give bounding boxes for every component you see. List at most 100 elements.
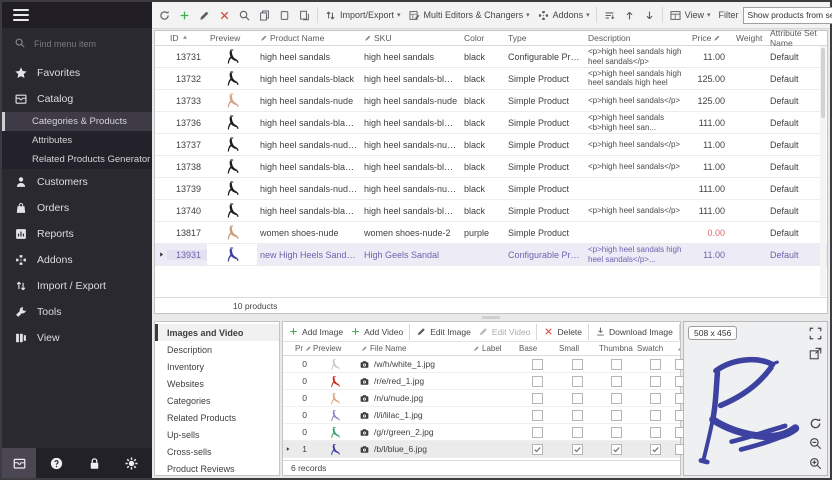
tab-websites[interactable]: Websites xyxy=(155,375,279,392)
category-filter-select[interactable]: Show products from selected categories▾ xyxy=(743,7,832,24)
tab-product-reviews[interactable]: Product Reviews xyxy=(155,460,279,477)
tab-related-products[interactable]: Related Products xyxy=(155,409,279,426)
swatch-checkbox[interactable] xyxy=(650,393,661,404)
column-header-weight[interactable]: Weight xyxy=(733,33,767,43)
column-header-file-name[interactable]: File Name xyxy=(359,344,471,353)
column-header-description[interactable]: Description xyxy=(585,33,689,43)
multi-editors-changers-menu-button[interactable]: Multi Editors & Changers▾ xyxy=(405,7,533,24)
copy-button[interactable] xyxy=(255,7,274,24)
sidebar-item-import-export[interactable]: Import / Export xyxy=(2,273,152,299)
table-row[interactable]: 13931new High Heels SandalsHigh Geels Sa… xyxy=(155,244,827,266)
image-row[interactable]: 0/n/u/nude.jpg xyxy=(283,390,680,407)
add-image-button[interactable]: Add Image xyxy=(285,325,346,338)
column-header-type[interactable]: Type xyxy=(505,33,585,43)
small-checkbox[interactable] xyxy=(572,376,583,387)
sidebar-footer-gear[interactable] xyxy=(115,448,149,478)
vertical-scrollbar[interactable] xyxy=(820,46,826,296)
sidebar-subitem-related-products-generator[interactable]: Related Products Generator xyxy=(2,150,152,169)
add-button[interactable] xyxy=(175,7,194,24)
column-header-small[interactable]: Small xyxy=(557,344,597,353)
rotate-button[interactable] xyxy=(808,416,823,431)
search-button[interactable] xyxy=(235,7,254,24)
swatch-checkbox[interactable] xyxy=(650,427,661,438)
image-row[interactable]: 0/g/r/green_2.jpg xyxy=(283,424,680,441)
swatch-checkbox[interactable] xyxy=(650,410,661,421)
menu-search-input[interactable] xyxy=(34,39,134,49)
column-header-color[interactable]: Color xyxy=(461,33,505,43)
column-header-swatch[interactable]: Swatch xyxy=(635,344,675,353)
swatch-checkbox[interactable] xyxy=(650,444,661,455)
tab-description[interactable]: Description xyxy=(155,341,279,358)
table-row[interactable]: 13817women shoes-nudewomen shoes-nude-2p… xyxy=(155,222,827,244)
small-checkbox[interactable] xyxy=(572,359,583,370)
column-header-product-name[interactable]: Product Name xyxy=(257,33,361,43)
sidebar-subitem-categories-products[interactable]: Categories & Products xyxy=(2,112,152,131)
delete-button[interactable] xyxy=(215,7,234,24)
zoom-in-button[interactable] xyxy=(808,456,823,471)
sidebar-item-favorites[interactable]: Favorites xyxy=(2,60,152,86)
column-header-id[interactable]: ID xyxy=(167,33,207,43)
table-row[interactable]: 13733high heel sandals-nudehigh heel san… xyxy=(155,90,827,112)
small-checkbox[interactable] xyxy=(572,444,583,455)
swatch-checkbox[interactable] xyxy=(650,376,661,387)
sidebar-item-addons[interactable]: Addons xyxy=(2,247,152,273)
column-header-exclude[interactable]: Exclude xyxy=(675,344,680,353)
sidebar-item-view[interactable]: View xyxy=(2,325,152,351)
external-button[interactable] xyxy=(808,346,823,361)
image-row[interactable]: 0/l/i/lilac_1.jpg xyxy=(283,407,680,424)
small-checkbox[interactable] xyxy=(572,427,583,438)
thumbnail-checkbox[interactable] xyxy=(611,410,622,421)
add-video-button[interactable]: Add Video xyxy=(347,325,406,338)
small-checkbox[interactable] xyxy=(572,393,583,404)
edit-button[interactable] xyxy=(195,7,214,24)
base-checkbox[interactable] xyxy=(532,393,543,404)
move-down-button[interactable] xyxy=(640,7,659,24)
image-row[interactable]: 0/r/e/red_1.jpg xyxy=(283,373,680,390)
table-row[interactable]: 13731high heel sandalshigh heel sandalsb… xyxy=(155,46,827,68)
tab-cross-sells[interactable]: Cross-sells xyxy=(155,443,279,460)
base-checkbox[interactable] xyxy=(532,359,543,370)
table-row[interactable]: 13738high heel sandals-black-37high heel… xyxy=(155,156,827,178)
paste-button[interactable] xyxy=(275,7,294,24)
sidebar-subitem-attributes[interactable]: Attributes xyxy=(2,131,152,150)
copy-settings-button[interactable] xyxy=(295,7,314,24)
table-row[interactable]: 13732high heel sandals-blackhigh heel sa… xyxy=(155,68,827,90)
refresh-button[interactable] xyxy=(155,7,174,24)
sidebar-item-customers[interactable]: Customers xyxy=(2,169,152,195)
view-menu-button[interactable]: View▾ xyxy=(666,7,714,24)
import-export-menu-button[interactable]: Import/Export▾ xyxy=(321,7,404,24)
image-row[interactable]: 1/b/l/blue_6.jpg xyxy=(283,441,680,458)
hamburger-menu-icon[interactable] xyxy=(13,9,29,21)
thumbnail-checkbox[interactable] xyxy=(611,376,622,387)
column-header-attribute-set-name[interactable]: Attribute Set Name xyxy=(767,28,827,48)
delete-button[interactable]: Delete xyxy=(540,325,585,338)
sort-lines-button[interactable] xyxy=(600,7,619,24)
base-checkbox[interactable] xyxy=(532,444,543,455)
column-header-price[interactable]: Price xyxy=(689,33,733,43)
zoom-out-button[interactable] xyxy=(808,436,823,451)
table-row[interactable]: 13740high heel sandals-black-38high heel… xyxy=(155,200,827,222)
sidebar-item-reports[interactable]: Reports xyxy=(2,221,152,247)
table-row[interactable]: 13737high heel sandals-nude-36high heel … xyxy=(155,134,827,156)
thumbnail-checkbox[interactable] xyxy=(611,427,622,438)
base-checkbox[interactable] xyxy=(532,376,543,387)
column-header-sku[interactable]: SKU xyxy=(361,33,461,43)
column-header-thumbna[interactable]: Thumbna xyxy=(597,344,635,353)
move-up-button[interactable] xyxy=(620,7,639,24)
thumbnail-checkbox[interactable] xyxy=(611,444,622,455)
sidebar-footer-lock[interactable] xyxy=(77,448,111,478)
sidebar-item-tools[interactable]: Tools xyxy=(2,299,152,325)
table-row[interactable]: 13739high heel sandals-nude-37high heel … xyxy=(155,178,827,200)
tab-inventory[interactable]: Inventory xyxy=(155,358,279,375)
small-checkbox[interactable] xyxy=(572,410,583,421)
image-row[interactable]: 0/w/h/white_1.jpg xyxy=(283,356,680,373)
download-image-button[interactable]: Download Image xyxy=(592,325,676,338)
table-row[interactable]: 13736high heel sandals-black-36high heel… xyxy=(155,112,827,134)
sidebar-footer-help[interactable] xyxy=(40,448,74,478)
swatch-checkbox[interactable] xyxy=(650,359,661,370)
column-header-preview[interactable]: Preview xyxy=(207,33,257,43)
column-header-pr[interactable]: Pr xyxy=(293,344,311,353)
expand-button[interactable] xyxy=(808,326,823,341)
sidebar-item-orders[interactable]: Orders xyxy=(2,195,152,221)
column-header-preview[interactable]: Preview xyxy=(311,344,359,353)
